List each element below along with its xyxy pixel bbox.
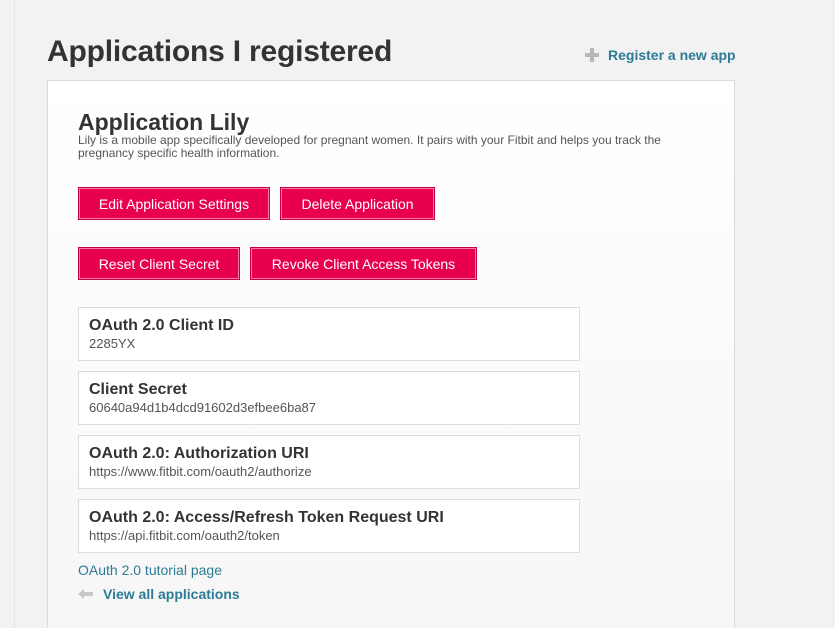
field-label: OAuth 2.0: Access/Refresh Token Request … [89,509,444,526]
view-all-applications-label: View all applications [103,586,240,602]
field-value: 60640a94d1b4dcd91602d3efbee6ba87 [89,400,317,415]
page: Applications I registered Register a new… [0,0,835,628]
edit-application-settings-button[interactable]: Edit Application Settings [78,187,270,220]
delete-application-button[interactable]: Delete Application [280,187,435,220]
register-new-app-label: Register a new app [608,47,736,63]
field-value: 2285YX [89,336,136,351]
field-label: OAuth 2.0 Client ID [89,317,234,334]
application-title: Application Lily [78,109,250,135]
client-id-field: OAuth 2.0 Client ID 2285YX [78,307,580,361]
back-arrow-icon [78,589,93,599]
left-border [0,0,15,628]
authorization-uri-field: OAuth 2.0: Authorization URI https://www… [78,435,580,489]
register-new-app-link[interactable]: Register a new app [585,47,736,63]
plus-icon [585,48,599,62]
page-title: Applications I registered [47,35,393,68]
token-request-uri-field: OAuth 2.0: Access/Refresh Token Request … [78,499,580,553]
field-value: https://www.fitbit.com/oauth2/authorize [89,464,312,479]
oauth-tutorial-link[interactable]: OAuth 2.0 tutorial page [78,562,222,578]
view-all-applications-link[interactable]: View all applications [78,586,240,602]
client-secret-field: Client Secret 60640a94d1b4dcd91602d3efbe… [78,371,580,425]
field-label: Client Secret [89,381,187,398]
reset-client-secret-button[interactable]: Reset Client Secret [78,247,240,280]
field-value: https://api.fitbit.com/oauth2/token [89,528,280,543]
field-label: OAuth 2.0: Authorization URI [89,445,309,462]
application-description: Lily is a mobile app specifically develo… [78,133,661,160]
revoke-client-access-tokens-button[interactable]: Revoke Client Access Tokens [250,247,477,280]
